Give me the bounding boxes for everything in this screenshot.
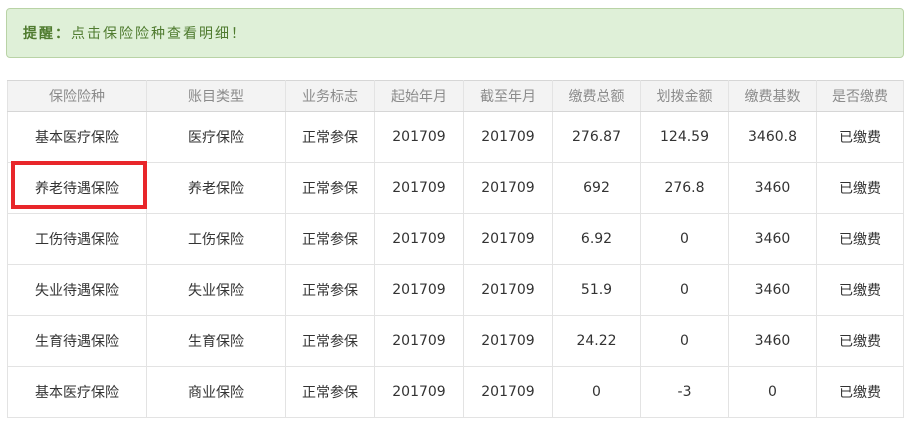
business-flag-cell: 正常参保 xyxy=(285,111,375,163)
total-payment-cell: 51.9 xyxy=(552,264,641,316)
account-type-cell: 商业保险 xyxy=(146,366,286,418)
end-month-cell: 201709 xyxy=(463,315,553,367)
end-month-cell: 201709 xyxy=(463,213,553,265)
table-header-row: 保险险种 账目类型 业务标志 起始年月 截至年月 缴费总额 划拨金额 缴费基数 … xyxy=(7,80,904,112)
insurance-type-link[interactable]: 基本医疗保险 xyxy=(7,366,147,418)
allocated-amount-cell: 0 xyxy=(640,315,729,367)
payment-base-cell: 3460 xyxy=(728,315,817,367)
end-month-cell: 201709 xyxy=(463,366,553,418)
insurance-table-container: 保险险种 账目类型 业务标志 起始年月 截至年月 缴费总额 划拨金额 缴费基数 … xyxy=(7,80,904,418)
total-payment-cell: 0 xyxy=(552,366,641,418)
insurance-type-link[interactable]: 生育待遇保险 xyxy=(7,315,147,367)
end-month-cell: 201709 xyxy=(463,162,553,214)
business-flag-cell: 正常参保 xyxy=(285,264,375,316)
allocated-amount-cell: 124.59 xyxy=(640,111,729,163)
start-month-cell: 201709 xyxy=(374,366,464,418)
paid-status-cell: 已缴费 xyxy=(816,315,904,367)
table-row: 基本医疗保险 医疗保险 正常参保 201709 201709 276.87 12… xyxy=(7,111,904,163)
insurance-table: 保险险种 账目类型 业务标志 起始年月 截至年月 缴费总额 划拨金额 缴费基数 … xyxy=(7,80,904,418)
account-type-cell: 失业保险 xyxy=(146,264,286,316)
reminder-label: 提醒： xyxy=(23,26,71,42)
insurance-type-link[interactable]: 基本医疗保险 xyxy=(7,111,147,163)
business-flag-cell: 正常参保 xyxy=(285,162,375,214)
header-end-month: 截至年月 xyxy=(463,80,553,112)
account-type-cell: 生育保险 xyxy=(146,315,286,367)
payment-base-cell: 0 xyxy=(728,366,817,418)
paid-status-cell: 已缴费 xyxy=(816,162,904,214)
header-paid-status: 是否缴费 xyxy=(816,80,904,112)
total-payment-cell: 692 xyxy=(552,162,641,214)
insurance-type-link[interactable]: 工伤待遇保险 xyxy=(7,213,147,265)
header-insurance-type: 保险险种 xyxy=(7,80,147,112)
header-allocated-amount: 划拨金额 xyxy=(640,80,729,112)
table-row: 养老待遇保险 养老保险 正常参保 201709 201709 692 276.8… xyxy=(7,162,904,214)
payment-base-cell: 3460 xyxy=(728,264,817,316)
start-month-cell: 201709 xyxy=(374,111,464,163)
allocated-amount-cell: 0 xyxy=(640,213,729,265)
reminder-text: 点击保险险种查看明细！ xyxy=(71,26,247,42)
start-month-cell: 201709 xyxy=(374,162,464,214)
insurance-type-link[interactable]: 失业待遇保险 xyxy=(7,264,147,316)
total-payment-cell: 276.87 xyxy=(552,111,641,163)
table-row: 生育待遇保险 生育保险 正常参保 201709 201709 24.22 0 3… xyxy=(7,315,904,367)
paid-status-cell: 已缴费 xyxy=(816,264,904,316)
account-type-cell: 工伤保险 xyxy=(146,213,286,265)
payment-base-cell: 3460.8 xyxy=(728,111,817,163)
end-month-cell: 201709 xyxy=(463,264,553,316)
header-payment-base: 缴费基数 xyxy=(728,80,817,112)
end-month-cell: 201709 xyxy=(463,111,553,163)
header-total-payment: 缴费总额 xyxy=(552,80,641,112)
reminder-alert: 提醒： 点击保险险种查看明细！ xyxy=(6,8,904,58)
start-month-cell: 201709 xyxy=(374,264,464,316)
header-business-flag: 业务标志 xyxy=(285,80,375,112)
header-start-month: 起始年月 xyxy=(374,80,464,112)
paid-status-cell: 已缴费 xyxy=(816,111,904,163)
total-payment-cell: 6.92 xyxy=(552,213,641,265)
payment-base-cell: 3460 xyxy=(728,162,817,214)
table-row: 基本医疗保险 商业保险 正常参保 201709 201709 0 -3 0 已缴… xyxy=(7,366,904,418)
table-row: 工伤待遇保险 工伤保险 正常参保 201709 201709 6.92 0 34… xyxy=(7,213,904,265)
paid-status-cell: 已缴费 xyxy=(816,366,904,418)
allocated-amount-cell: -3 xyxy=(640,366,729,418)
total-payment-cell: 24.22 xyxy=(552,315,641,367)
business-flag-cell: 正常参保 xyxy=(285,315,375,367)
business-flag-cell: 正常参保 xyxy=(285,213,375,265)
allocated-amount-cell: 0 xyxy=(640,264,729,316)
paid-status-cell: 已缴费 xyxy=(816,213,904,265)
account-type-cell: 医疗保险 xyxy=(146,111,286,163)
table-row: 失业待遇保险 失业保险 正常参保 201709 201709 51.9 0 34… xyxy=(7,264,904,316)
insurance-type-link[interactable]: 养老待遇保险 xyxy=(7,162,147,214)
allocated-amount-cell: 276.8 xyxy=(640,162,729,214)
header-account-type: 账目类型 xyxy=(146,80,286,112)
start-month-cell: 201709 xyxy=(374,315,464,367)
business-flag-cell: 正常参保 xyxy=(285,366,375,418)
account-type-cell: 养老保险 xyxy=(146,162,286,214)
start-month-cell: 201709 xyxy=(374,213,464,265)
payment-base-cell: 3460 xyxy=(728,213,817,265)
